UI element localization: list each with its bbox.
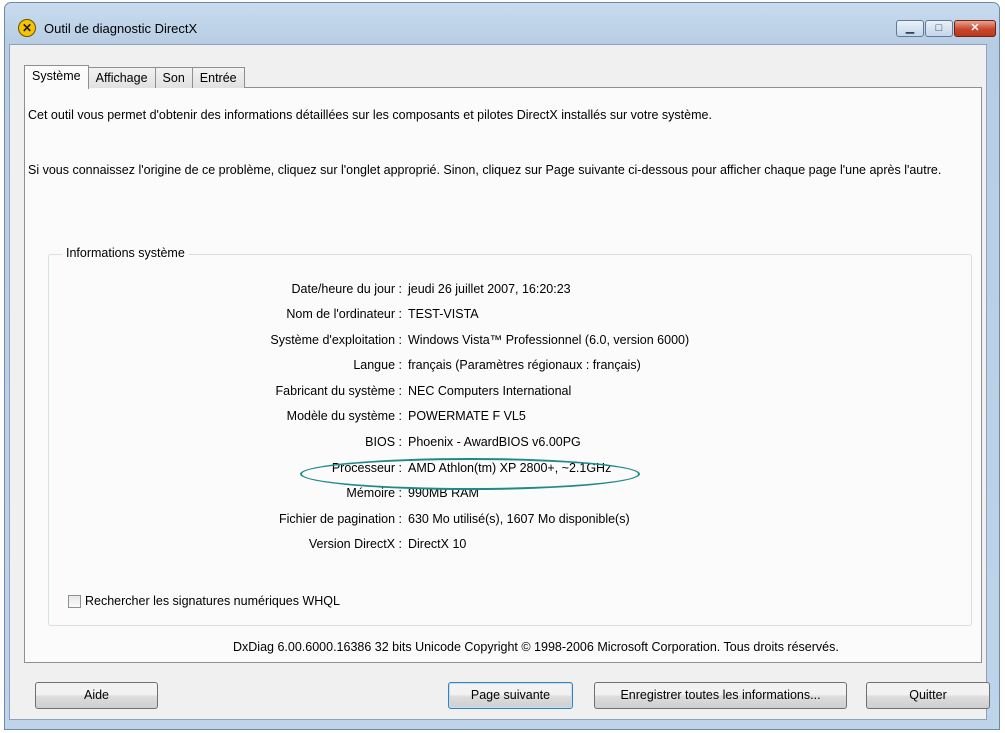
quit-button[interactable]: Quitter — [866, 682, 990, 709]
info-row-model: Modèle du système : POWERMATE F VL5 — [0, 409, 1005, 427]
info-row-pagefile: Fichier de pagination : 630 Mo utilisé(s… — [0, 512, 1005, 530]
close-icon: ✕ — [970, 22, 980, 34]
tab-entree[interactable]: Entrée — [191, 67, 245, 88]
info-row-directx: Version DirectX : DirectX 10 — [0, 537, 1005, 555]
directx-icon: ✕ — [18, 19, 36, 37]
info-row-manufacturer: Fabricant du système : NEC Computers Int… — [0, 384, 1005, 402]
info-value: Windows Vista™ Professionnel (6.0, versi… — [408, 333, 690, 347]
tab-son[interactable]: Son — [154, 67, 193, 88]
info-label: Modèle du système : — [286, 409, 402, 423]
info-label: BIOS : — [365, 435, 402, 449]
tab-systeme[interactable]: Système — [24, 65, 89, 89]
info-label: Langue : — [353, 358, 402, 372]
next-page-button[interactable]: Page suivante — [448, 682, 573, 709]
save-all-info-button[interactable]: Enregistrer toutes les informations... — [594, 682, 847, 709]
help-button[interactable]: Aide — [35, 682, 158, 709]
tab-affichage[interactable]: Affichage — [87, 67, 156, 88]
info-label: Système d'exploitation : — [270, 333, 402, 347]
info-row-computer-name: Nom de l'ordinateur : TEST-VISTA — [0, 307, 1005, 325]
minimize-button[interactable]: ▁ — [896, 20, 924, 37]
info-value: DirectX 10 — [408, 537, 467, 551]
info-row-os: Système d'exploitation : Windows Vista™ … — [0, 333, 1005, 351]
tab-strip: Système Affichage Son Entrée — [24, 65, 245, 89]
whql-checkbox-label[interactable]: Rechercher les signatures numériques WHQ… — [85, 594, 340, 608]
info-value: 630 Mo utilisé(s), 1607 Mo disponible(s) — [408, 512, 630, 526]
info-label: Date/heure du jour : — [291, 282, 403, 296]
info-value: TEST-VISTA — [408, 307, 479, 321]
info-value: POWERMATE F VL5 — [408, 409, 526, 423]
info-label: Fabricant du système : — [275, 384, 402, 398]
system-info-group-title: Informations système — [62, 246, 189, 260]
processor-highlight-oval — [300, 458, 640, 490]
maximize-icon: □ — [935, 22, 943, 34]
intro-text: Cet outil vous permet d'obtenir des info… — [28, 108, 712, 122]
close-button[interactable]: ✕ — [954, 20, 996, 37]
info-row-bios: BIOS : Phoenix - AwardBIOS v6.00PG — [0, 435, 1005, 453]
whql-checkbox-row[interactable]: Rechercher les signatures numériques WHQ… — [68, 594, 340, 608]
minimize-icon: ▁ — [905, 22, 915, 34]
info-row-language: Langue : français (Paramètres régionaux … — [0, 358, 1005, 376]
info-row-date: Date/heure du jour : jeudi 26 juillet 20… — [0, 282, 1005, 300]
maximize-button[interactable]: □ — [925, 20, 953, 37]
whql-checkbox[interactable] — [68, 594, 81, 608]
info-value: jeudi 26 juillet 2007, 16:20:23 — [408, 282, 571, 296]
info-label: Nom de l'ordinateur : — [286, 307, 402, 321]
window-title: Outil de diagnostic DirectX — [44, 21, 198, 36]
info-value: NEC Computers International — [408, 384, 572, 398]
info-label: Version DirectX : — [308, 537, 402, 551]
info-value: Phoenix - AwardBIOS v6.00PG — [408, 435, 581, 449]
copyright-text: DxDiag 6.00.6000.16386 32 bits Unicode C… — [233, 640, 839, 654]
info-value: français (Paramètres régionaux : françai… — [408, 358, 641, 372]
info-label: Fichier de pagination : — [279, 512, 402, 526]
instructions-text: Si vous connaissez l'origine de ce probl… — [28, 163, 942, 177]
